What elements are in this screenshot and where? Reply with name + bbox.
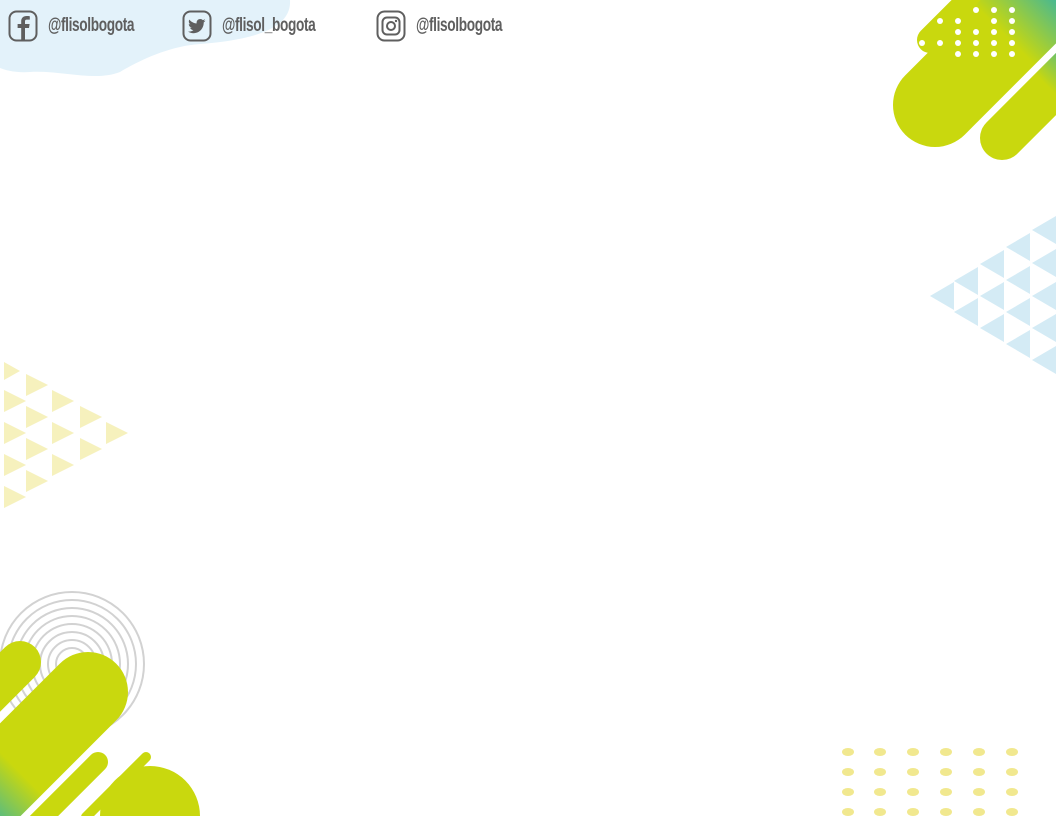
twitter-icon xyxy=(182,10,212,42)
facebook-link[interactable]: @flisolbogota xyxy=(8,10,158,42)
instagram-link[interactable]: @flisolbogota xyxy=(376,10,526,42)
facebook-icon xyxy=(8,10,38,42)
left-yellow-triangles xyxy=(4,362,128,508)
right-blue-triangles xyxy=(930,216,1056,374)
decorative-background xyxy=(0,0,1056,816)
instagram-icon xyxy=(376,10,406,42)
twitter-link[interactable]: @flisol_bogota xyxy=(182,10,352,42)
facebook-handle: @flisolbogota xyxy=(48,15,135,36)
instagram-handle: @flisolbogota xyxy=(416,15,503,36)
bottom-right-yellow-dots xyxy=(842,748,1018,816)
twitter-handle: @flisol_bogota xyxy=(222,15,316,36)
social-media-bar: @flisolbogota @flisol_bogota @flisolbogo… xyxy=(8,8,550,44)
